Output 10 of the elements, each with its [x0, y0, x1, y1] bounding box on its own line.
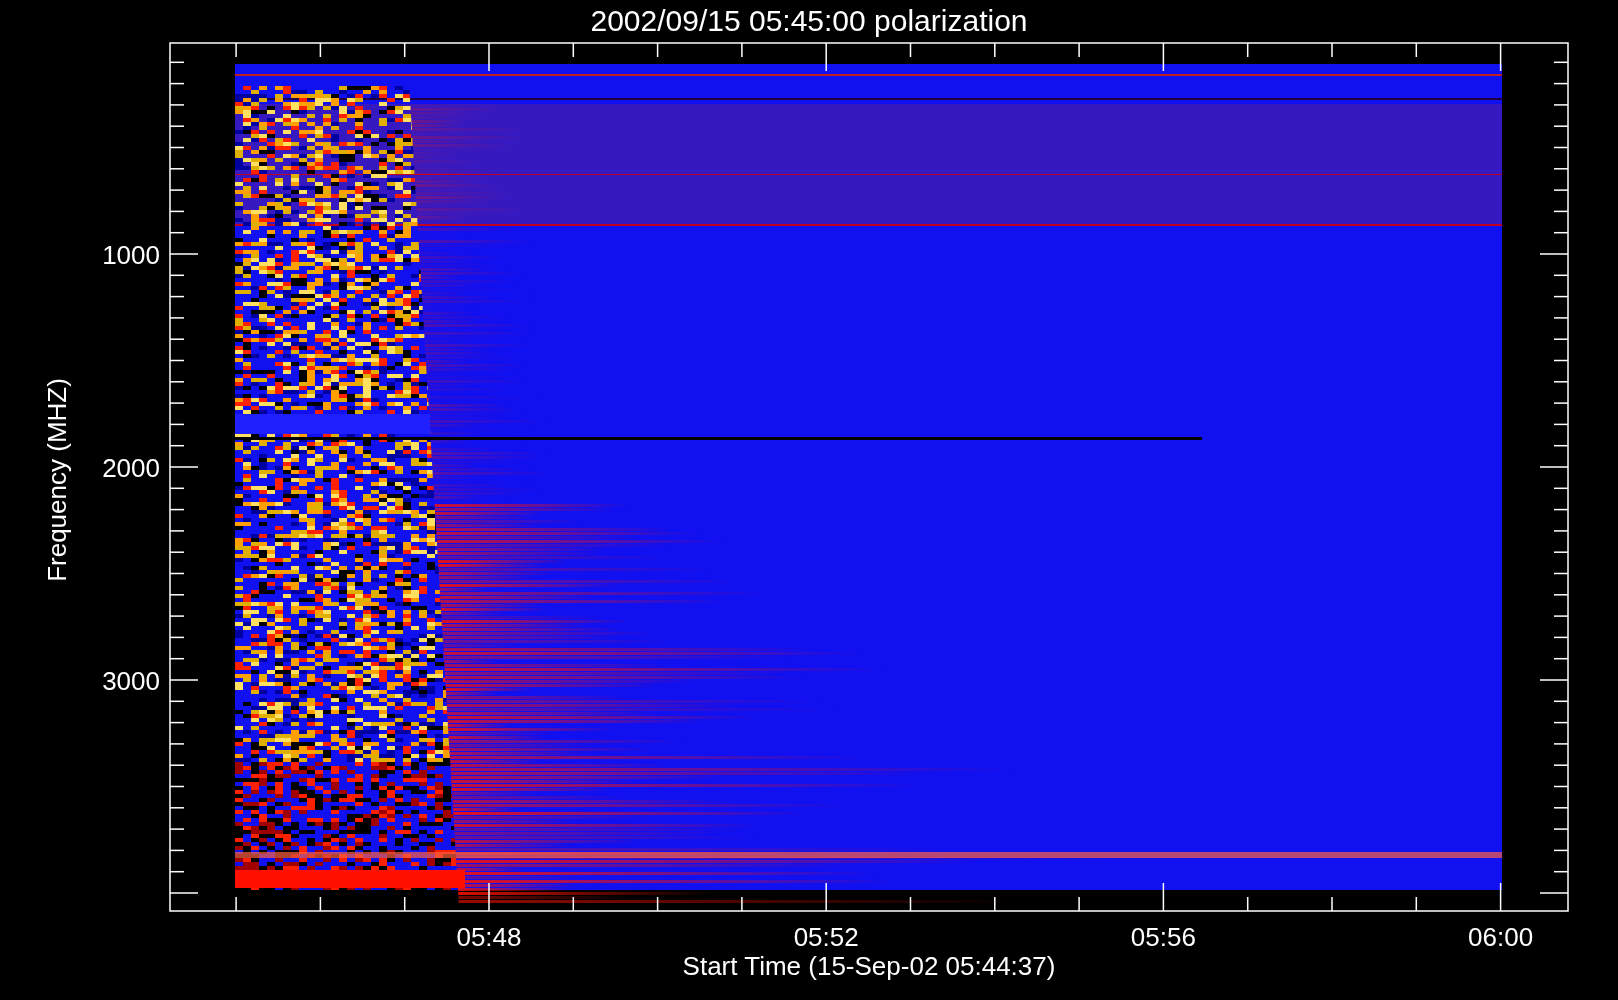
y-tick-label: 3000 [102, 666, 160, 696]
y-axis-label: Frequency (MHZ) [42, 378, 72, 582]
y-tick-label: 1000 [102, 240, 160, 270]
x-tick-label: 05:52 [793, 922, 859, 952]
plot-title: 2002/09/15 05:45:00 polarization [590, 4, 1028, 37]
y-tick-label: 2000 [102, 453, 160, 483]
x-tick-label: 05:48 [456, 922, 522, 952]
x-tick-label: 05:56 [1130, 922, 1196, 952]
x-tick-label: 06:00 [1468, 922, 1534, 952]
x-axis-label: Start Time (15-Sep-02 05:44:37) [682, 951, 1056, 981]
